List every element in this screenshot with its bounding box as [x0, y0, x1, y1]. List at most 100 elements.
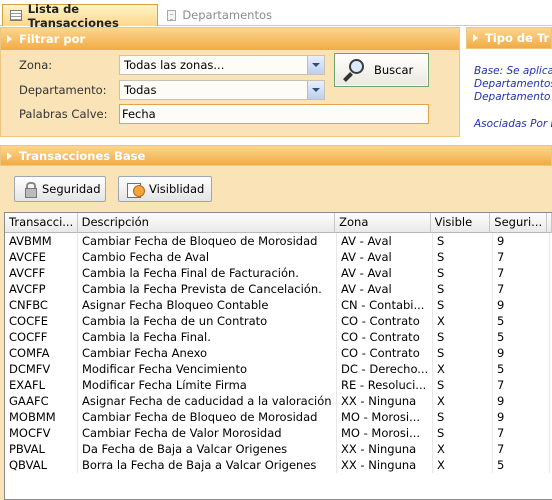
seguridad-label: Seguridad — [42, 182, 101, 196]
descripcion-cell: Cambia la Fecha Final. — [78, 329, 337, 345]
seguridad-cell: 7 — [493, 265, 550, 281]
table-row[interactable]: AVCFP Cambia la Fecha Prevista de Cancela… — [5, 281, 552, 297]
descripcion-cell: Cambiar Fecha de Bloqueo de Morosidad — [78, 409, 337, 425]
transaccion-cell: QBVAL — [5, 457, 78, 473]
table-row[interactable]: EXAFL Modificar Fecha Límite Firma RE - Re… — [5, 377, 552, 393]
zona-cell: CO - Contrato — [337, 313, 433, 329]
search-button-label: Buscar — [374, 63, 414, 77]
zona-select[interactable]: Todas las zonas... — [119, 55, 325, 75]
table-row[interactable]: AVBMM Cambiar Fecha de Bloqueo de Morosid… — [5, 233, 552, 249]
grid-header: Transacci... Descripción Zona Visible Se… — [5, 213, 552, 233]
zona-cell: CO - Contrato — [337, 329, 433, 345]
seguridad-cell: 7 — [493, 377, 550, 393]
visible-cell: X — [433, 457, 493, 473]
descripcion-cell: Cambiar Fecha de Valor Morosidad — [78, 425, 337, 441]
zona-cell: CN - Contabi... — [337, 297, 433, 313]
search-button[interactable]: Buscar — [334, 53, 429, 87]
chevron-down-icon[interactable] — [307, 81, 324, 99]
table-row[interactable]: PBVAL Da Fecha de Baja a Valcar Origenes X… — [5, 441, 552, 457]
zona-value: Todas las zonas... — [124, 58, 225, 72]
filter-title: Filtrar por — [19, 32, 86, 46]
zona-cell: AV - Aval — [337, 249, 433, 265]
column-header-zona[interactable]: Zona — [335, 213, 431, 233]
transaccion-cell: AVBMM — [5, 233, 78, 249]
table-row[interactable]: COCFF Cambia la Fecha Final. CO - Contrato… — [5, 329, 552, 345]
descripcion-cell: Cambia la Fecha Final de Facturación. — [78, 265, 337, 281]
chevron-down-icon[interactable] — [307, 56, 324, 74]
seguridad-cell: 7 — [493, 281, 550, 297]
seguridad-cell: 9 — [493, 393, 550, 409]
descripcion-cell: Modificar Fecha Límite Firma — [78, 377, 337, 393]
table-row[interactable]: COCFE Cambia la Fecha de un Contrato CO - … — [5, 313, 552, 329]
zona-cell: RE - Resoluci... — [337, 377, 433, 393]
visible-cell: X — [433, 441, 493, 457]
tipo-panel-header[interactable]: Tipo de Tr — [466, 27, 552, 49]
column-header-descripcion[interactable]: Descripción — [78, 213, 336, 233]
visibility-icon — [127, 182, 145, 198]
descripcion-cell: Cambia la Fecha Prevista de Cancelación. — [78, 281, 337, 297]
palabras-row: Palabras Calve: — [19, 104, 119, 124]
visible-cell: S — [433, 345, 493, 361]
visibilidad-label: Visiblidad — [149, 182, 205, 196]
visible-cell: X — [433, 361, 493, 377]
tab-bar: Lista de Transacciones Departamentos — [0, 0, 552, 30]
seguridad-cell: 9 — [493, 297, 550, 313]
column-header-visible[interactable]: Visible — [431, 213, 491, 233]
seguridad-cell: 7 — [493, 249, 550, 265]
descripcion-cell: Cambiar Fecha Anexo — [78, 345, 337, 361]
document-icon — [167, 9, 177, 21]
column-header-seguridad[interactable]: Seguri... — [490, 213, 547, 233]
tab-departamentos[interactable]: Departamentos — [160, 4, 272, 26]
transaccion-cell: MOCFV — [5, 425, 78, 441]
tipo-panel: Tipo de Tr Base: Se aplica Departamentos… — [466, 27, 552, 137]
departamento-select[interactable]: Todas — [119, 80, 325, 100]
table-row[interactable]: CNFBC Asignar Fecha Bloqueo Contable CN - … — [5, 297, 552, 313]
zona-cell: XX - Ninguna — [337, 393, 433, 409]
descripcion-cell: Asignar Fecha Bloqueo Contable — [78, 297, 337, 313]
seguridad-button[interactable]: Seguridad — [14, 176, 106, 202]
visible-cell: S — [433, 425, 493, 441]
transactions-grid[interactable]: Transacci... Descripción Zona Visible Se… — [4, 212, 552, 500]
tab-lista-transacciones[interactable]: Lista de Transacciones — [2, 2, 158, 30]
descripcion-cell: Cambio Fecha de Aval — [78, 249, 337, 265]
tipo-line: Departamentos — [474, 78, 552, 90]
base-panel-header[interactable]: Transacciones Base — [0, 145, 552, 166]
palabras-label: Palabras Calve: — [19, 107, 108, 121]
table-row[interactable]: MOCFV Cambiar Fecha de Valor Morosidad MO … — [5, 425, 552, 441]
tipo-line: Asociadas Por L — [474, 118, 552, 130]
seguridad-cell: 5 — [493, 361, 550, 377]
visible-cell: X — [433, 393, 493, 409]
tab-label: Lista de Transacciones — [27, 1, 119, 30]
table-row[interactable]: AVCFF Cambia la Fecha Final de Facturació… — [5, 265, 552, 281]
seguridad-cell: 7 — [493, 441, 550, 457]
tipo-line: Base: Se aplica — [474, 65, 552, 77]
visibilidad-button[interactable]: Visiblidad — [118, 176, 212, 202]
column-header-extra[interactable] — [547, 213, 552, 233]
table-row[interactable]: QBVAL Borra la Fecha de Baja a Valcar Ori… — [5, 457, 552, 473]
tipo-title: Tipo de Tr — [485, 31, 550, 45]
visible-cell: S — [433, 233, 493, 249]
descripcion-cell: Asignar Fecha de caducidad a la valoraci… — [78, 393, 337, 409]
lock-icon — [23, 182, 37, 198]
seguridad-cell: 9 — [493, 233, 550, 249]
tab-label: Departamentos — [182, 8, 272, 22]
transaccion-cell: COCFF — [5, 329, 78, 345]
zona-cell: MO - Morosi... — [337, 425, 433, 441]
table-row[interactable]: GAAFC Asignar Fecha de caducidad a la val… — [5, 393, 552, 409]
zona-cell: AV - Aval — [337, 265, 433, 281]
table-row[interactable]: DCMFV Modificar Fecha Vencimiento DC - Der… — [5, 361, 552, 377]
palabras-input[interactable]: Fecha — [119, 104, 429, 124]
table-row[interactable]: AVCFE Cambio Fecha de Aval AV - Aval S 7 — [5, 249, 552, 265]
column-header-transaccion[interactable]: Transacci... — [5, 213, 78, 233]
table-row[interactable]: MOBMM Cambiar Fecha de Bloqueo de Morosid… — [5, 409, 552, 425]
zona-cell: AV - Aval — [337, 233, 433, 249]
zona-cell: MO - Morosi... — [337, 409, 433, 425]
transaccion-cell: CNFBC — [5, 297, 78, 313]
table-row[interactable]: COMFA Cambiar Fecha Anexo CO - Contrato S 9 — [5, 345, 552, 361]
seguridad-cell: 9 — [493, 345, 550, 361]
transaccion-cell: EXAFL — [5, 377, 78, 393]
descripcion-cell: Borra la Fecha de Baja a Valcar Origenes — [78, 457, 337, 473]
grid-icon — [10, 10, 22, 21]
filter-panel-header[interactable]: Filtrar por — [1, 28, 459, 50]
descripcion-cell: Cambiar Fecha de Bloqueo de Morosidad — [78, 233, 337, 249]
